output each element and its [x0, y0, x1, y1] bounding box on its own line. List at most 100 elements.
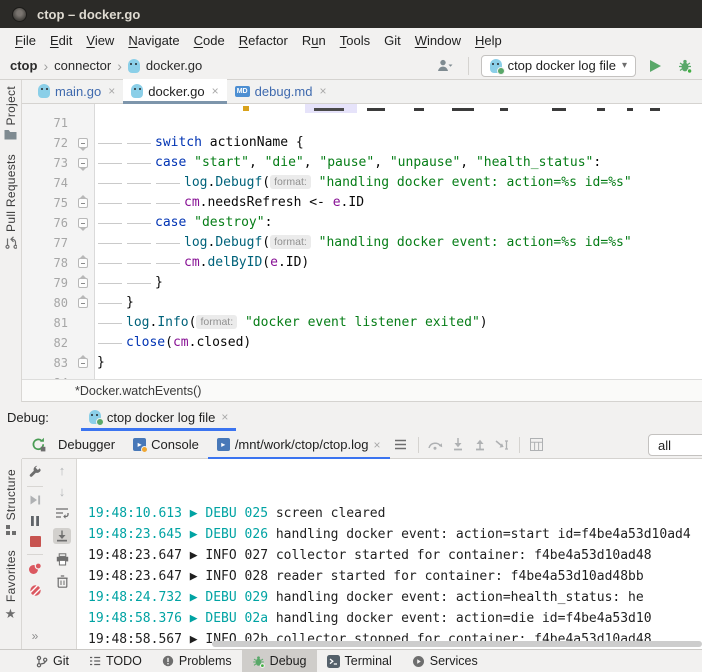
menu-item-window[interactable]: Window: [408, 31, 468, 50]
clear-all-button[interactable]: [57, 575, 68, 588]
code-line[interactable]: 81log.Info(format: "docker event listene…: [22, 313, 702, 333]
problems-icon: [162, 655, 174, 667]
step-over-button[interactable]: [425, 434, 447, 456]
menu-item-refactor[interactable]: Refactor: [232, 31, 295, 50]
code-line[interactable]: 80}: [22, 293, 702, 313]
editor-tab-main-go[interactable]: main.go×: [30, 79, 123, 103]
run-to-cursor-button[interactable]: [491, 434, 513, 456]
menu-item-run[interactable]: Run: [295, 31, 333, 50]
close-icon[interactable]: ×: [212, 84, 219, 98]
fold-marker-icon[interactable]: [78, 138, 88, 148]
code-editor[interactable]: 7172switch actionName {73case "start", "…: [22, 104, 702, 379]
menu-item-git[interactable]: Git: [377, 31, 408, 50]
debug-tab-console[interactable]: ▸Console: [124, 431, 208, 459]
code-line[interactable]: 76case "destroy":: [22, 213, 702, 233]
fold-marker-icon[interactable]: [78, 218, 88, 228]
fold-marker-icon[interactable]: [78, 158, 88, 168]
debug-button[interactable]: [674, 55, 696, 77]
tool-window-button-favorites[interactable]: Favorites★: [4, 550, 18, 622]
statusbar-item-git[interactable]: Git: [26, 650, 79, 672]
statusbar-item-debug[interactable]: Debug: [242, 650, 317, 672]
hamburger-menu-icon[interactable]: [390, 434, 412, 456]
debug-session-tab[interactable]: ctop docker log file ×: [81, 403, 236, 431]
close-icon[interactable]: ×: [319, 84, 326, 98]
settings-button[interactable]: [28, 465, 42, 479]
editor-tab-debug-md[interactable]: MDdebug.md×: [227, 79, 335, 103]
close-icon[interactable]: ×: [108, 84, 115, 98]
menu-item-help[interactable]: Help: [468, 31, 509, 50]
window-button-icon[interactable]: [12, 7, 27, 22]
scroll-to-end-button[interactable]: [53, 528, 71, 544]
breadcrumb-separator: ›: [117, 58, 122, 74]
debug-panel-body: » ↑ ↓ 19:48:10.613 ▶ DEBU 025 screen cle…: [22, 459, 702, 649]
statusbar-item-problems[interactable]: Problems: [152, 650, 242, 672]
log-timestamp: 19:48:23.645: [88, 527, 182, 542]
menu-item-navigate[interactable]: Navigate: [121, 31, 186, 50]
rerun-button[interactable]: [27, 434, 49, 456]
step-into-button[interactable]: [447, 434, 469, 456]
menu-item-tools[interactable]: Tools: [333, 31, 377, 50]
fold-marker-icon[interactable]: [78, 358, 88, 368]
close-icon[interactable]: ×: [221, 410, 228, 424]
menu-item-edit[interactable]: Edit: [43, 31, 79, 50]
code-line[interactable]: 71: [22, 113, 702, 133]
horizontal-scrollbar[interactable]: [77, 640, 702, 648]
next-occurrence-button[interactable]: ↓: [59, 486, 66, 498]
stop-button[interactable]: [30, 536, 41, 547]
tool-window-button-pull-requests[interactable]: Pull Requests: [4, 154, 18, 249]
goroutine-filter-select[interactable]: all: [648, 434, 702, 456]
view-breakpoints-button[interactable]: [28, 562, 42, 575]
user-avatar-icon[interactable]: [434, 55, 456, 77]
pause-button[interactable]: [30, 515, 40, 527]
code-token: cm: [184, 195, 200, 210]
code-line[interactable]: 77log.Debugf(format: "handling docker ev…: [22, 233, 702, 253]
tool-window-button-project[interactable]: Project: [4, 86, 18, 140]
scrollbar-thumb[interactable]: [212, 641, 702, 647]
log-console[interactable]: 19:48:10.613 ▶ DEBU 025 screen cleared19…: [77, 459, 702, 649]
more-actions-button[interactable]: »: [32, 629, 39, 643]
fold-marker-icon[interactable]: [78, 278, 88, 288]
code-token: "die": [265, 155, 304, 170]
code-line[interactable]: 79}: [22, 273, 702, 293]
fold-marker-icon[interactable]: [78, 258, 88, 268]
prev-occurrence-button[interactable]: ↑: [59, 465, 66, 477]
close-icon[interactable]: ×: [373, 438, 380, 452]
mute-breakpoints-button[interactable]: [29, 584, 42, 597]
soft-wrap-button[interactable]: [55, 507, 69, 519]
fold-marker-icon[interactable]: [78, 298, 88, 308]
code-line[interactable]: 75cm.needsRefresh <- e.ID: [22, 193, 702, 213]
tool-window-button-structure[interactable]: Structure: [4, 469, 18, 536]
statusbar-item-services[interactable]: Services: [402, 650, 488, 672]
print-button[interactable]: [56, 553, 69, 566]
log-timestamp: 19:48:23.647: [88, 548, 182, 563]
breadcrumb-item[interactable]: ctop: [10, 58, 37, 73]
log-separator-icon: ▶: [182, 569, 205, 584]
statusbar-item-terminal[interactable]: Terminal: [317, 650, 402, 672]
breadcrumb-item[interactable]: docker.go: [146, 58, 202, 73]
tool-stripe-left-top: Project Pull Requests: [0, 80, 22, 402]
menu-item-code[interactable]: Code: [187, 31, 232, 50]
tab-whitespace-icon: [97, 176, 126, 189]
code-line[interactable]: 82close(cm.closed): [22, 333, 702, 353]
log-message: handling docker event: action=health_sta…: [276, 590, 644, 605]
resume-button[interactable]: [29, 494, 41, 506]
code-line[interactable]: 73case "start", "die", "pause", "unpause…: [22, 153, 702, 173]
fold-gutter: [68, 253, 95, 273]
breadcrumb-item[interactable]: connector: [54, 58, 111, 73]
menu-item-file[interactable]: File: [8, 31, 43, 50]
code-line[interactable]: 78cm.delByID(e.ID): [22, 253, 702, 273]
debug-tab-debugger[interactable]: Debugger: [49, 431, 124, 459]
code-line[interactable]: 83}: [22, 353, 702, 373]
evaluate-expression-button[interactable]: [526, 434, 548, 456]
debug-tab--mnt-work-ctop-ctop-log[interactable]: ▸/mnt/work/ctop/ctop.log×: [208, 431, 390, 459]
statusbar-item-todo[interactable]: TODO: [79, 650, 152, 672]
run-configuration-select[interactable]: ctop docker log file ▾: [481, 55, 636, 77]
code-line[interactable]: 72switch actionName {: [22, 133, 702, 153]
fold-marker-icon[interactable]: [78, 198, 88, 208]
code-token: (: [262, 175, 270, 190]
menu-item-view[interactable]: View: [79, 31, 121, 50]
step-out-button[interactable]: [469, 434, 491, 456]
editor-tab-docker-go[interactable]: docker.go×: [123, 79, 226, 103]
code-line[interactable]: 74log.Debugf(format: "handling docker ev…: [22, 173, 702, 193]
run-button[interactable]: [644, 55, 666, 77]
